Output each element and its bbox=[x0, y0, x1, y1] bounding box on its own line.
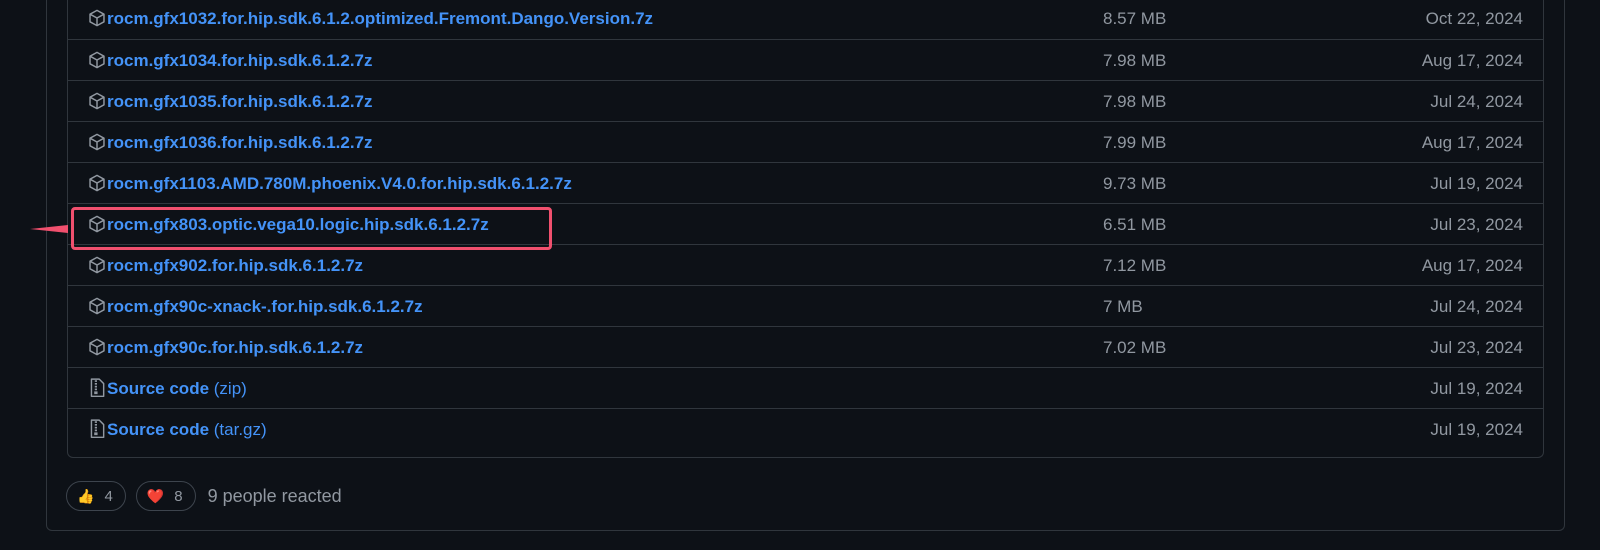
asset-row: rocm.gfx90c-xnack-.for.hip.sdk.6.1.2.7z … bbox=[68, 285, 1543, 326]
reaction-count: 4 bbox=[104, 487, 113, 505]
package-icon bbox=[88, 173, 106, 193]
asset-row: rocm.gfx1103.AMD.780M.phoenix.V4.0.for.h… bbox=[68, 162, 1543, 203]
reactions-bar: 👍 4 ❤️ 8 9 people reacted bbox=[66, 481, 342, 511]
asset-link[interactable]: rocm.gfx1034.for.hip.sdk.6.1.2.7z bbox=[107, 51, 373, 71]
source-code-row: Source code (tar.gz) Jul 19, 2024 bbox=[68, 408, 1543, 449]
asset-date: Aug 17, 2024 bbox=[1421, 133, 1523, 152]
asset-row: rocm.gfx1036.for.hip.sdk.6.1.2.7z 7.99 M… bbox=[68, 121, 1543, 162]
package-icon bbox=[88, 50, 106, 70]
package-icon bbox=[88, 91, 106, 111]
asset-date: Jul 23, 2024 bbox=[1430, 338, 1523, 357]
asset-size: 7 MB bbox=[1103, 297, 1143, 316]
asset-link[interactable]: rocm.gfx1032.for.hip.sdk.6.1.2.optimized… bbox=[107, 9, 653, 29]
asset-size: 8.57 MB bbox=[1103, 9, 1167, 28]
asset-date: Jul 19, 2024 bbox=[1430, 420, 1523, 439]
asset-link[interactable]: rocm.gfx1035.for.hip.sdk.6.1.2.7z bbox=[107, 92, 373, 112]
asset-date: Jul 24, 2024 bbox=[1430, 297, 1523, 316]
asset-date: Jul 19, 2024 bbox=[1430, 379, 1523, 398]
source-code-targz-link[interactable]: Source code (tar.gz) bbox=[107, 420, 267, 440]
reaction-heart-button[interactable]: ❤️ 8 bbox=[135, 481, 196, 511]
asset-size: 9.73 MB bbox=[1103, 174, 1167, 193]
package-icon bbox=[88, 337, 106, 357]
asset-link[interactable]: rocm.gfx902.for.hip.sdk.6.1.2.7z bbox=[107, 256, 363, 276]
asset-row: rocm.gfx1035.for.hip.sdk.6.1.2.7z 7.98 M… bbox=[68, 80, 1543, 121]
heart-icon: ❤️ bbox=[146, 488, 165, 504]
package-icon bbox=[88, 8, 106, 28]
reactions-summary[interactable]: 9 people reacted bbox=[208, 486, 342, 507]
asset-date: Aug 17, 2024 bbox=[1421, 256, 1523, 275]
asset-link[interactable]: rocm.gfx1103.AMD.780M.phoenix.V4.0.for.h… bbox=[107, 174, 572, 194]
asset-size: 7.98 MB bbox=[1103, 51, 1167, 70]
asset-link[interactable]: rocm.gfx90c.for.hip.sdk.6.1.2.7z bbox=[107, 338, 363, 358]
thumbs-up-icon: 👍 bbox=[77, 488, 95, 504]
asset-date: Aug 17, 2024 bbox=[1421, 51, 1523, 70]
asset-date: Oct 22, 2024 bbox=[1425, 9, 1523, 28]
asset-size: 7.02 MB bbox=[1103, 338, 1167, 357]
package-icon bbox=[88, 255, 106, 275]
asset-link[interactable]: rocm.gfx1036.for.hip.sdk.6.1.2.7z bbox=[107, 133, 373, 153]
asset-date: Jul 24, 2024 bbox=[1430, 92, 1523, 111]
package-icon bbox=[88, 296, 106, 316]
asset-link[interactable]: rocm.gfx90c-xnack-.for.hip.sdk.6.1.2.7z bbox=[107, 297, 423, 317]
package-icon bbox=[88, 132, 106, 152]
asset-row: rocm.gfx902.for.hip.sdk.6.1.2.7z 7.12 MB… bbox=[68, 244, 1543, 285]
file-zip-icon bbox=[88, 378, 106, 398]
asset-row: rocm.gfx90c.for.hip.sdk.6.1.2.7z 7.02 MB… bbox=[68, 326, 1543, 367]
highlight-box bbox=[71, 207, 552, 250]
file-zip-icon bbox=[88, 419, 106, 439]
asset-size: 7.98 MB bbox=[1103, 92, 1167, 111]
asset-row: rocm.gfx1034.for.hip.sdk.6.1.2.7z 7.98 M… bbox=[68, 39, 1543, 80]
asset-date: Jul 19, 2024 bbox=[1430, 174, 1523, 193]
asset-date: Jul 23, 2024 bbox=[1430, 215, 1523, 234]
asset-size: 7.12 MB bbox=[1103, 256, 1167, 275]
pointer-arrow-icon bbox=[30, 221, 70, 239]
source-code-row: Source code (zip) Jul 19, 2024 bbox=[68, 367, 1543, 408]
reaction-thumbs-up-button[interactable]: 👍 4 bbox=[66, 481, 126, 511]
asset-size: 7.99 MB bbox=[1103, 133, 1167, 152]
asset-row: rocm.gfx1032.for.hip.sdk.6.1.2.optimized… bbox=[68, 0, 1543, 39]
reaction-count: 8 bbox=[174, 487, 183, 505]
asset-size: 6.51 MB bbox=[1103, 215, 1167, 234]
source-code-zip-link[interactable]: Source code (zip) bbox=[107, 379, 247, 399]
